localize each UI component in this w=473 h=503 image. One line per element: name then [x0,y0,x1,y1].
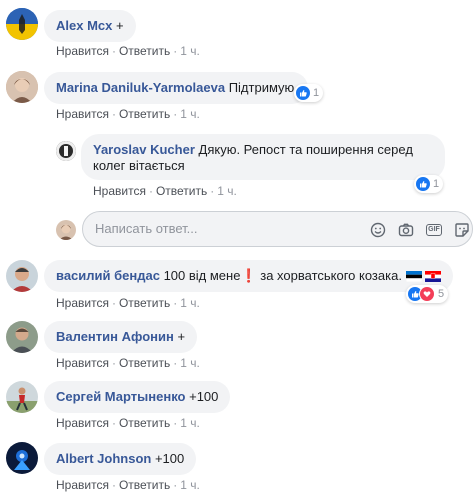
reply-link[interactable]: Ответить [119,107,170,121]
woman-portrait-avatar [6,71,38,103]
ukraine-trident-avatar [6,8,38,40]
comment-author[interactable]: Marina Daniluk-Yarmolaeva [56,80,225,95]
avatar[interactable] [6,381,38,413]
separator: · [111,296,116,310]
like-reaction-icon [296,86,310,100]
comment-author[interactable]: василий бендас [56,268,160,283]
reply-link[interactable]: Ответить [119,296,170,310]
reaction-count[interactable]: 1 [294,84,324,102]
estonia-flag-icon [405,270,422,283]
comment-bubble: Alex Mcx + [44,10,136,42]
man-portrait-avatar [6,321,38,353]
profile-photo-avatar [56,141,76,161]
gif-icon[interactable]: GIF [425,221,443,239]
like-link[interactable]: Нравится [56,107,109,121]
comment-text: + [177,329,186,344]
camera-icon[interactable] [397,221,415,239]
comment-author[interactable]: Сергей Мартыненко [56,389,185,404]
like-link[interactable]: Нравится [56,416,109,430]
like-link[interactable]: Нравится [93,184,146,198]
reaction-count[interactable]: 5 [406,285,449,303]
separator: · [173,478,178,492]
separator: · [210,184,215,198]
comment-actions: Нравится · Ответить · 1 ч. [93,184,237,198]
separator: · [111,478,116,492]
comment-bubble: Albert Johnson +100 [44,443,197,475]
reply-link[interactable]: Ответить [119,478,170,492]
comment-actions: Нравится · Ответить · 1 ч. [56,416,200,430]
reply-link[interactable]: Ответить [119,44,170,58]
reply-input-box[interactable]: GIF [82,211,473,247]
like-link[interactable]: Нравится [56,44,109,58]
comment-text: +100 [154,451,185,466]
current-user-avatar [56,220,76,240]
dark-graphic-avatar [6,442,38,474]
separator: · [173,44,178,58]
like-link[interactable]: Нравится [56,478,109,492]
runner-photo-avatar [6,381,38,413]
avatar[interactable] [6,442,38,474]
reply-input[interactable] [93,220,357,237]
like-link[interactable]: Нравится [56,356,109,370]
comment-bubble: Сергей Мартыненко +100 [44,381,231,413]
comment-actions: Нравится · Ответить · 1 ч. [56,356,200,370]
separator: · [111,107,116,121]
reply-link[interactable]: Ответить [119,356,170,370]
separator: · [173,416,178,430]
comment-bubble: Валентин Афонин + [44,321,198,353]
man-portrait-avatar [6,260,38,292]
reaction-count[interactable]: 1 [414,175,444,193]
comment-text: Підтримую [228,80,295,95]
avatar[interactable] [6,71,38,103]
comment-text: +100 [189,389,219,404]
separator: · [173,296,178,310]
separator: · [111,44,116,58]
separator: · [173,356,178,370]
timestamp[interactable]: 1 ч. [180,296,200,310]
like-reaction-icon [416,177,430,191]
timestamp[interactable]: 1 ч. [180,416,200,430]
comment-author[interactable]: Валентин Афонин [56,329,174,344]
comment-bubble: Marina Daniluk-Yarmolaeva Підтримую [44,72,309,104]
comment-bubble: Yaroslav Kucher Дякую. Репост та поширен… [81,134,445,180]
separator: · [111,356,116,370]
comment-actions: Нравится · Ответить · 1 ч. [56,44,200,58]
avatar[interactable] [56,141,76,161]
timestamp[interactable]: 1 ч. [180,356,200,370]
comment-actions: Нравится · Ответить · 1 ч. [56,296,200,310]
reply-link[interactable]: Ответить [119,416,170,430]
avatar[interactable] [6,8,38,40]
timestamp[interactable]: 1 ч. [180,107,200,121]
separator: · [173,107,178,121]
love-reaction-icon [419,286,435,302]
reaction-number: 1 [433,178,440,190]
comment-bubble: василий бендас 100 від мене❗ за хорватсь… [44,260,454,292]
timestamp[interactable]: 1 ч. [180,478,200,492]
comment-actions: Нравится · Ответить · 1 ч. [56,107,200,121]
woman-portrait-avatar [56,220,76,240]
separator: · [111,416,116,430]
comment-author[interactable]: Yaroslav Kucher [93,142,195,157]
timestamp[interactable]: 1 ч. [217,184,237,198]
comment-author[interactable]: Alex Mcx [56,18,112,33]
sticker-icon[interactable] [453,221,471,239]
reaction-number: 1 [313,87,320,99]
reply-link[interactable]: Ответить [156,184,207,198]
emoji-icon[interactable] [369,221,387,239]
reaction-number: 5 [438,288,445,300]
croatia-flag-icon [425,270,442,282]
avatar[interactable] [6,260,38,292]
timestamp[interactable]: 1 ч. [180,44,200,58]
comment-actions: Нравится · Ответить · 1 ч. [56,478,200,492]
avatar[interactable] [6,321,38,353]
comment-author[interactable]: Albert Johnson [56,451,151,466]
comment-text: + [116,18,124,33]
separator: · [148,184,153,198]
like-link[interactable]: Нравится [56,296,109,310]
comment-text: 100 від мене❗ за хорватського козака. [163,268,402,283]
